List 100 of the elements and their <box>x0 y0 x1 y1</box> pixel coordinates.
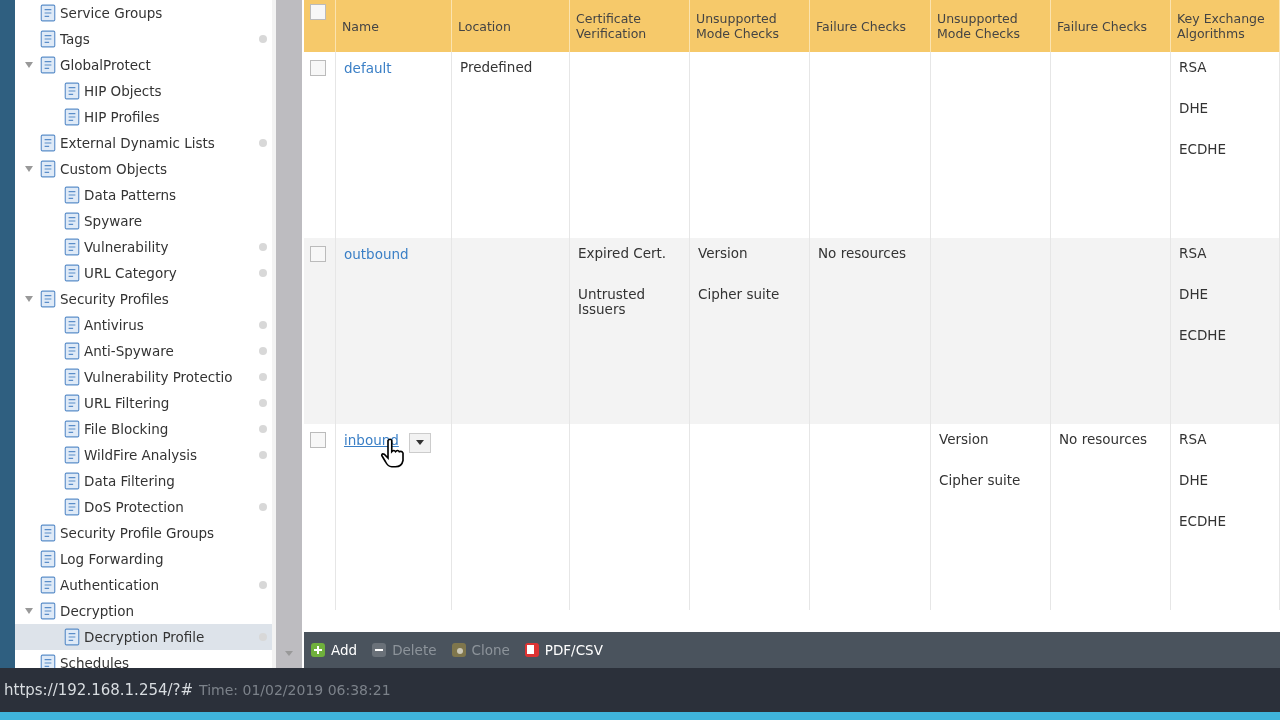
document-icon <box>39 550 57 568</box>
tree-item[interactable]: Vulnerability <box>15 234 272 260</box>
column-header[interactable]: Location <box>452 0 570 52</box>
delete-icon <box>371 642 388 658</box>
toolbar-button[interactable]: PDF/CSV <box>523 642 603 658</box>
tree-item[interactable]: Schedules <box>15 650 272 668</box>
document-icon <box>63 186 81 204</box>
document-icon <box>39 160 57 178</box>
cell-text: Expired Cert. <box>578 246 668 263</box>
tree-label: Decryption Profile <box>84 629 206 645</box>
pdf-icon <box>523 642 540 658</box>
column-header[interactable]: Certificate Verification <box>570 0 690 52</box>
document-icon <box>63 628 81 646</box>
document-icon <box>39 4 57 22</box>
tree-item[interactable]: Anti-Spyware <box>15 338 272 364</box>
tree-label: HIP Profiles <box>84 109 161 125</box>
cell-text: Version <box>698 246 749 263</box>
tree-label: External Dynamic Lists <box>60 135 216 151</box>
tree-item[interactable]: URL Category <box>15 260 272 286</box>
document-icon <box>63 498 81 516</box>
tree-item[interactable]: Decryption <box>15 598 272 624</box>
add-icon <box>310 642 326 658</box>
tree-label: File Blocking <box>84 421 170 437</box>
tree-item[interactable]: Authentication <box>15 572 272 598</box>
profile-link[interactable]: default <box>344 60 392 76</box>
profile-link[interactable]: inbound <box>344 432 399 448</box>
tree-item[interactable]: Data Patterns <box>15 182 272 208</box>
document-icon <box>63 212 81 230</box>
scroll-down-icon[interactable] <box>284 648 294 658</box>
link-url: https://192.168.1.254/?# <box>4 681 194 699</box>
tree-item[interactable]: DoS Protection <box>15 494 272 520</box>
tree-label: Vulnerability Protectio <box>84 369 234 385</box>
expand-toggle-icon[interactable] <box>24 294 34 304</box>
cell-text: Predefined <box>460 60 534 77</box>
tree-label: Service Groups <box>60 5 164 21</box>
tree-item[interactable]: Service Groups <box>15 0 272 26</box>
column-header[interactable]: Unsupported Mode Checks <box>690 0 810 52</box>
document-icon <box>63 420 81 438</box>
row-checkbox[interactable] <box>310 60 326 76</box>
document-icon <box>39 654 57 668</box>
tree-item[interactable]: HIP Profiles <box>15 104 272 130</box>
toolbar-button[interactable]: Add <box>310 642 358 658</box>
tree-item[interactable]: Security Profiles <box>15 286 272 312</box>
cell-text: ECDHE <box>1179 514 1228 531</box>
document-icon <box>63 238 81 256</box>
profile-link[interactable]: outbound <box>344 246 409 262</box>
tree-item[interactable]: URL Filtering <box>15 390 272 416</box>
document-icon <box>63 446 81 464</box>
cell-text: No resources <box>1059 432 1149 449</box>
tree-item[interactable]: WildFire Analysis <box>15 442 272 468</box>
tree-item[interactable]: Tags <box>15 26 272 52</box>
tree-label: Vulnerability <box>84 239 170 255</box>
tree-item[interactable]: Data Filtering <box>15 468 272 494</box>
tree-label: HIP Objects <box>84 83 163 99</box>
caret-icon <box>415 440 424 446</box>
tree-item[interactable]: File Blocking <box>15 416 272 442</box>
row-checkbox[interactable] <box>310 432 326 448</box>
document-icon <box>63 108 81 126</box>
tree-item[interactable]: HIP Objects <box>15 78 272 104</box>
column-header[interactable]: Unsupported Mode Checks <box>931 0 1051 52</box>
tree-label: Spyware <box>84 213 143 229</box>
tree-label: Decryption <box>60 603 136 619</box>
column-header[interactable]: Name <box>336 0 452 52</box>
document-icon <box>39 602 57 620</box>
document-icon <box>39 30 57 48</box>
tree-item[interactable]: External Dynamic Lists <box>15 130 272 156</box>
column-header[interactable]: Failure Checks <box>810 0 931 52</box>
cell-text: DHE <box>1179 287 1210 304</box>
document-icon <box>63 394 81 412</box>
tree-item[interactable]: GlobalProtect <box>15 52 272 78</box>
row-checkbox[interactable] <box>310 246 326 262</box>
tree-item[interactable]: Decryption Profile <box>15 624 272 650</box>
document-icon <box>39 576 57 594</box>
dropdown-button[interactable] <box>408 433 431 453</box>
tree-item[interactable]: Antivirus <box>15 312 272 338</box>
scrollbar[interactable] <box>272 0 302 668</box>
tree-label: URL Filtering <box>84 395 171 411</box>
cell-text: RSA <box>1179 246 1208 263</box>
expand-toggle-icon[interactable] <box>24 606 34 616</box>
tree-item[interactable]: Vulnerability Protectio <box>15 364 272 390</box>
document-icon <box>63 316 81 334</box>
document-icon <box>39 56 57 74</box>
expand-toggle-icon[interactable] <box>24 60 34 70</box>
cell-text: Untrusted Issuers <box>578 287 647 319</box>
tree-label: Antivirus <box>84 317 145 333</box>
cell-text: RSA <box>1179 432 1208 449</box>
tree-label: Data Filtering <box>84 473 176 489</box>
tree-item[interactable]: Log Forwarding <box>15 546 272 572</box>
tree-label: Data Patterns <box>84 187 178 203</box>
column-header[interactable]: Failure Checks <box>1051 0 1171 52</box>
tree-label: Security Profiles <box>60 291 170 307</box>
select-all-checkbox[interactable] <box>310 4 326 20</box>
column-header[interactable]: Key Exchange Algorithms <box>1171 0 1280 52</box>
tree-item[interactable]: Security Profile Groups <box>15 520 272 546</box>
tree-label: Custom Objects <box>60 161 168 177</box>
tree-label: WildFire Analysis <box>84 447 199 463</box>
expand-toggle-icon[interactable] <box>24 164 34 174</box>
tree-item[interactable]: Spyware <box>15 208 272 234</box>
document-icon <box>63 472 81 490</box>
tree-item[interactable]: Custom Objects <box>15 156 272 182</box>
